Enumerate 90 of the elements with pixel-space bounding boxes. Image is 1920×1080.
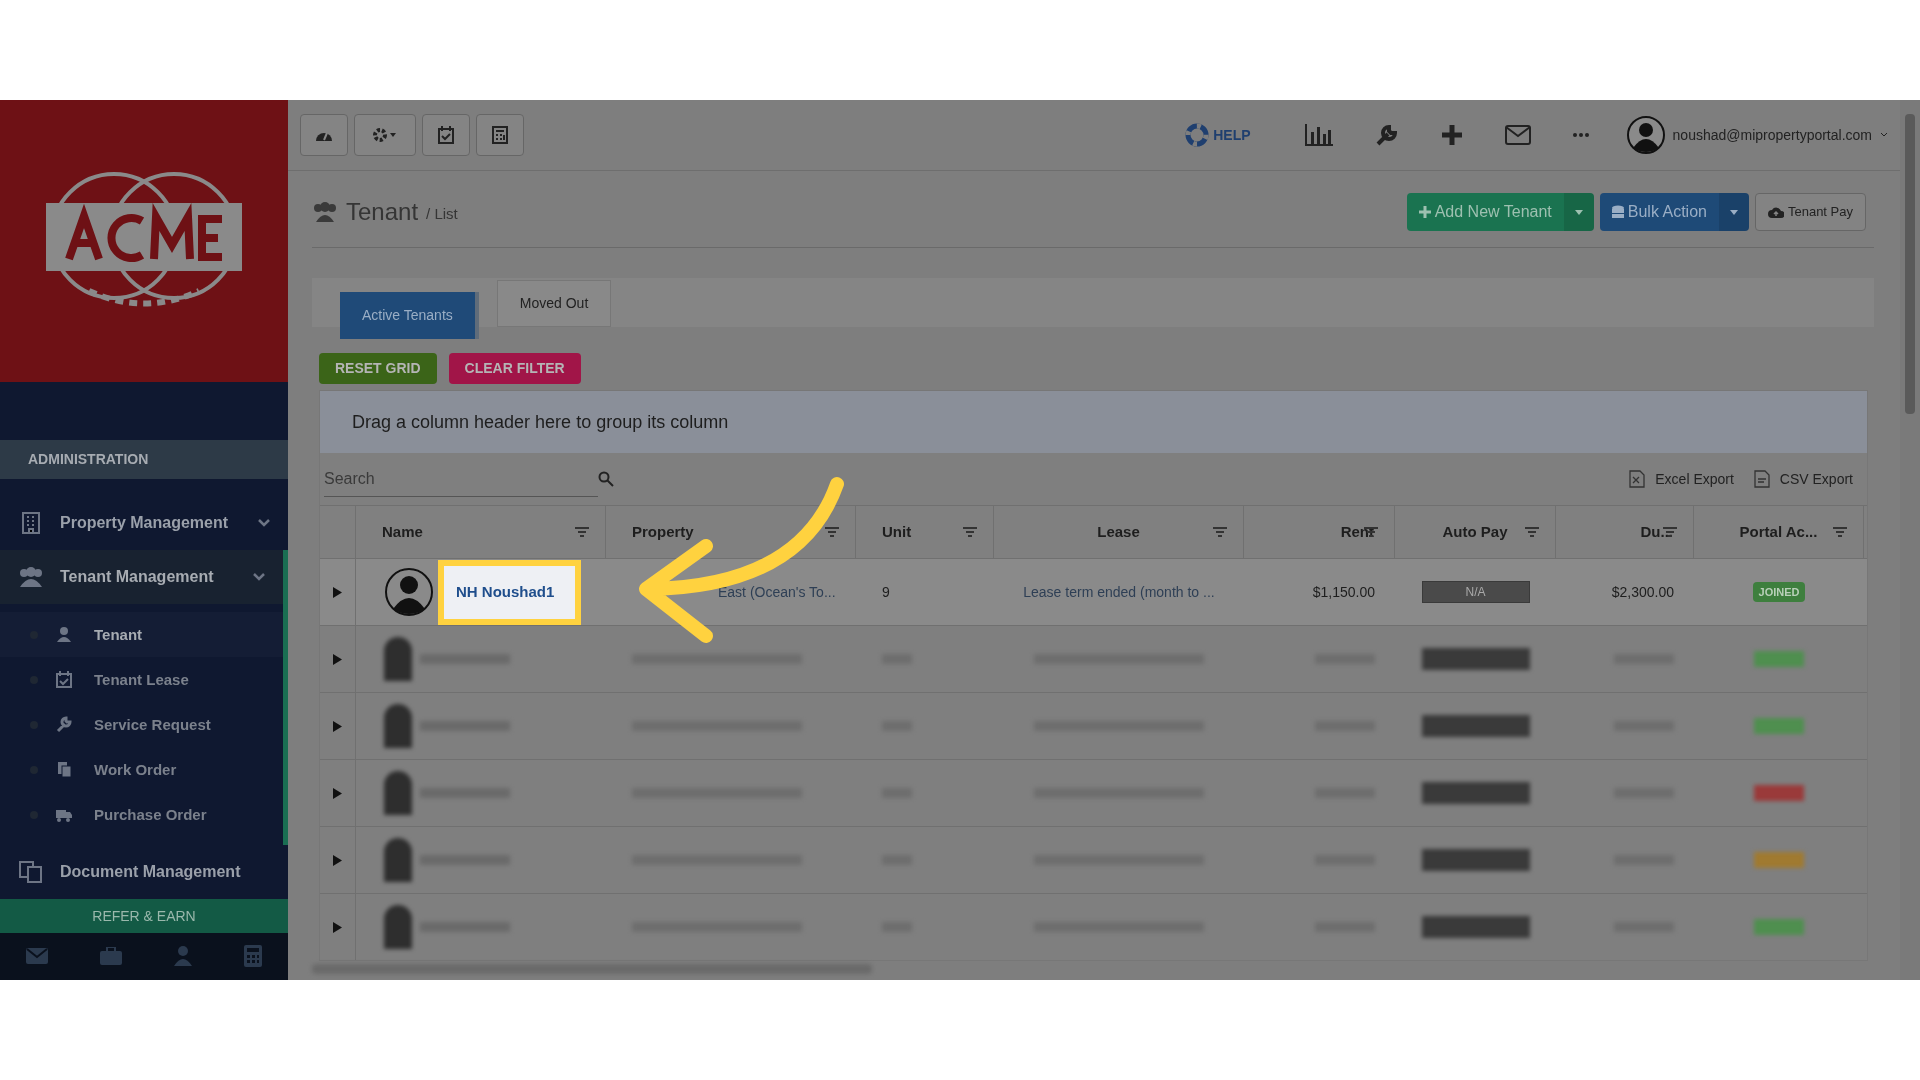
chevron-down-icon[interactable] — [1880, 132, 1888, 138]
calculator-button[interactable] — [476, 114, 524, 156]
calendar-check-icon — [438, 126, 454, 144]
user-icon — [56, 626, 72, 644]
users-icon — [312, 202, 338, 222]
page-title: Tenant — [346, 197, 419, 227]
expand-icon[interactable] — [333, 787, 342, 799]
table-cell-text: East (Ocean's To... — [718, 582, 836, 602]
blurred-avatar — [384, 704, 412, 748]
search-icon — [598, 471, 614, 487]
tab[interactable]: Moved Out — [496, 280, 612, 327]
column-header[interactable]: Property — [632, 520, 694, 544]
sidebar-item[interactable]: Document Management — [0, 845, 288, 900]
settings-icon — [373, 127, 397, 143]
group-hint: Drag a column header here to group its column — [352, 410, 729, 434]
settings-button[interactable] — [354, 114, 416, 156]
documents-icon — [18, 861, 44, 884]
wrench-icon — [56, 716, 72, 734]
submenu-item[interactable]: Service Request — [0, 702, 283, 748]
wrench-icon[interactable] — [1374, 123, 1399, 147]
column-header[interactable]: Unit — [882, 520, 912, 544]
plus-icon[interactable] — [1440, 124, 1463, 146]
column-header[interactable]: Lease — [1097, 520, 1140, 544]
blurred-avatar — [384, 838, 412, 882]
calendar-button[interactable] — [422, 114, 470, 156]
sidebar-item[interactable]: Property Management — [0, 496, 288, 551]
calendar-check-icon — [56, 671, 72, 689]
blurred-avatar — [384, 905, 412, 949]
avatar-icon[interactable] — [384, 567, 434, 617]
column-header[interactable]: Name — [382, 520, 423, 544]
filter-icon[interactable] — [575, 527, 589, 537]
column-header[interactable]: Portal Ac... — [1739, 520, 1818, 544]
portal-status-badge: JOINED — [1752, 581, 1806, 603]
expand-icon[interactable] — [333, 586, 342, 598]
search-field[interactable]: Search — [324, 461, 598, 497]
sidebar-item[interactable]: Tenant Management — [0, 550, 288, 605]
plus-icon — [1418, 206, 1431, 218]
files-icon — [56, 761, 72, 779]
export-button[interactable]: CSV Export — [1753, 468, 1853, 490]
table-cell-text: 9 — [882, 582, 890, 602]
caret-icon — [1574, 209, 1583, 215]
tab[interactable]: Active Tenants — [340, 292, 479, 339]
filter-icon[interactable] — [1213, 527, 1227, 537]
user-email[interactable]: noushad@mipropertyportal.com — [1672, 124, 1872, 146]
grid-button[interactable]: CLEAR FILTER — [448, 353, 581, 384]
expand-icon[interactable] — [333, 921, 342, 933]
cloud-upload-icon — [1767, 206, 1784, 218]
file-icon — [1753, 470, 1770, 488]
breadcrumb: / List — [426, 203, 458, 224]
calculator-icon — [492, 126, 508, 144]
section-label: ADMINISTRATION — [0, 440, 288, 480]
users-icon — [18, 567, 44, 588]
lifebuoy-icon — [1185, 123, 1210, 147]
filter-icon[interactable] — [1833, 527, 1847, 537]
chevron-down-icon — [258, 519, 270, 528]
more-icon[interactable] — [1572, 133, 1589, 137]
bar-chart-icon[interactable] — [1304, 124, 1333, 146]
expand-icon[interactable] — [333, 720, 342, 732]
column-header[interactable]: Auto Pay — [1442, 520, 1508, 544]
database-icon — [1611, 205, 1624, 219]
spreadsheet-icon — [1629, 470, 1646, 488]
expand-icon[interactable] — [333, 854, 342, 866]
column-header[interactable]: Du... — [1640, 520, 1673, 544]
blurred-avatar — [384, 637, 412, 681]
refer-earn-button[interactable]: REFER & EARN — [0, 899, 288, 933]
chevron-down-icon — [253, 573, 265, 582]
auto-pay-badge: N/A — [1421, 581, 1530, 603]
filter-icon[interactable] — [825, 527, 839, 537]
scrollbar[interactable] — [1900, 100, 1920, 980]
mail-icon[interactable] — [1504, 125, 1531, 145]
submenu-item[interactable]: Tenant — [0, 612, 283, 658]
submenu-item[interactable]: Tenant Lease — [0, 657, 283, 703]
table-cell-text: $2,300.00 — [1611, 582, 1674, 602]
avatar-icon[interactable] — [1626, 116, 1665, 154]
filter-icon[interactable] — [963, 527, 977, 537]
table-cell-text: Lease term ended (month to ... — [1023, 582, 1215, 602]
filter-icon[interactable] — [1525, 527, 1539, 537]
help-link[interactable]: HELP — [1185, 123, 1251, 147]
grid-button[interactable]: RESET GRID — [319, 353, 437, 384]
expand-icon[interactable] — [333, 653, 342, 665]
table-cell-text: $1,150.00 — [1312, 582, 1375, 602]
tenant-pay-button[interactable]: Tenant Pay — [1754, 193, 1866, 231]
dashboard-button[interactable] — [300, 114, 348, 156]
export-button[interactable]: Excel Export — [1629, 468, 1734, 490]
bulk-action-button[interactable]: Bulk Action — [1599, 193, 1719, 231]
submenu-item[interactable]: Purchase Order — [0, 792, 283, 838]
submenu-item[interactable]: Work Order — [0, 747, 283, 793]
blurred-avatar — [384, 771, 412, 815]
add-new-tenant-button[interactable]: Add New Tenant — [1406, 193, 1564, 231]
caret-icon — [1729, 209, 1738, 215]
